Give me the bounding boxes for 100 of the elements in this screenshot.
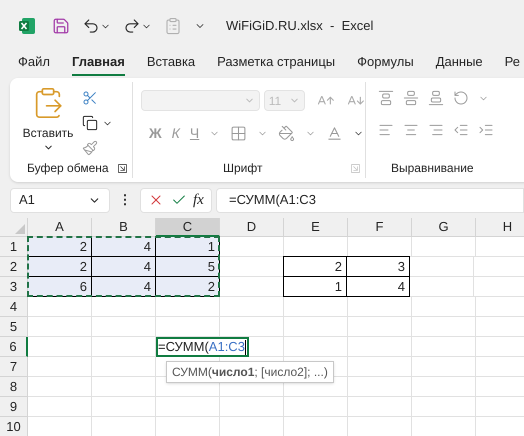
table-cell: 3 xyxy=(346,256,410,277)
table-cell xyxy=(220,237,284,257)
row-header[interactable]: 8 xyxy=(0,377,28,397)
table-cell xyxy=(348,297,412,317)
table-cell: 1 xyxy=(156,237,220,257)
more-options[interactable]: ⋮ xyxy=(114,190,136,210)
row-header[interactable]: 9 xyxy=(0,397,28,417)
name-box[interactable]: A1 xyxy=(10,188,110,212)
table-cell xyxy=(92,317,156,337)
align-bottom-icon[interactable] xyxy=(428,90,444,106)
table-cell: 5 xyxy=(156,257,220,277)
active-cell[interactable]: =СУММ(A1:C3 xyxy=(156,337,249,357)
table-cell xyxy=(284,337,348,357)
ribbon-tab[interactable]: Данные xyxy=(436,52,483,76)
table-cell xyxy=(348,357,412,377)
decrease-indent-icon[interactable] xyxy=(453,122,469,138)
redo-icon[interactable] xyxy=(123,17,141,35)
align-middle-icon[interactable] xyxy=(403,90,419,106)
row-header[interactable]: 5 xyxy=(0,317,28,337)
table-cell xyxy=(412,357,476,377)
group-label: Выравнивание xyxy=(391,160,474,177)
row-header[interactable]: 3 xyxy=(0,277,28,297)
table-cell xyxy=(348,377,412,397)
paste-button[interactable]: Вставить xyxy=(22,86,74,158)
table-cell xyxy=(412,397,476,417)
table-cell xyxy=(412,377,476,397)
undo-icon[interactable] xyxy=(82,17,100,35)
formula-field[interactable]: =СУММ(A1:C3 xyxy=(216,188,524,212)
font-color-icon[interactable] xyxy=(326,125,344,142)
ribbon-tab[interactable]: Вставка xyxy=(146,52,196,76)
table-cell xyxy=(284,317,348,337)
copy-icon[interactable] xyxy=(82,115,98,131)
excel-logo-icon xyxy=(18,17,36,35)
table-cell xyxy=(348,337,412,357)
column-header[interactable]: E xyxy=(284,218,348,237)
table-cell xyxy=(220,297,284,317)
table-cell xyxy=(348,397,412,417)
table-cell xyxy=(28,297,92,317)
table-cell: 2 xyxy=(28,257,92,277)
column-header[interactable]: D xyxy=(220,218,284,237)
ribbon-tab[interactable]: Файл xyxy=(18,52,50,76)
table-cell xyxy=(156,397,220,417)
increase-indent-icon[interactable] xyxy=(478,122,494,138)
table-cell xyxy=(284,397,348,417)
window-title: WiFiGiD.RU.xlsx - Excel xyxy=(226,17,374,36)
table-cell xyxy=(410,257,474,277)
ribbon-tab[interactable]: Разметка страницы xyxy=(217,52,336,76)
table-cell xyxy=(28,377,92,397)
row-header[interactable]: 2 xyxy=(0,257,28,277)
fill-color-icon[interactable] xyxy=(278,125,296,142)
table-cell xyxy=(92,377,156,397)
borders-icon[interactable] xyxy=(230,125,248,142)
align-top-icon[interactable] xyxy=(378,90,394,106)
table-cell: 4 xyxy=(92,237,156,257)
table-cell xyxy=(284,297,348,317)
triangle-icon xyxy=(15,224,25,234)
row-header[interactable]: 6 xyxy=(0,337,28,357)
orientation-icon[interactable] xyxy=(453,90,469,106)
ribbon-tab[interactable]: Формулы xyxy=(357,52,414,76)
table-cell xyxy=(348,317,412,337)
table-cell xyxy=(156,297,220,317)
align-left-icon[interactable] xyxy=(378,122,394,138)
table-cell: 4 xyxy=(92,257,156,277)
table-cell: 4 xyxy=(346,276,410,297)
table-cell: 2 xyxy=(156,277,220,297)
row-header[interactable]: 4 xyxy=(0,297,28,317)
table-cell: 4 xyxy=(92,277,156,297)
column-header[interactable]: H xyxy=(476,218,524,237)
align-center-icon[interactable] xyxy=(403,122,419,138)
table-cell: 2 xyxy=(283,256,347,277)
ribbon-tab[interactable]: Главная xyxy=(72,52,125,76)
dialog-launcher-icon[interactable] xyxy=(117,162,128,174)
clipboard-icon[interactable] xyxy=(164,17,182,35)
group-label: Буфер обмена xyxy=(27,160,109,177)
table-cell xyxy=(412,237,476,257)
row-header[interactable]: 10 xyxy=(0,417,28,436)
ribbon-tab[interactable]: Ре xyxy=(504,52,520,76)
table-cell xyxy=(410,277,474,297)
table-cell xyxy=(28,337,92,357)
cut-icon[interactable] xyxy=(82,90,98,106)
table-cell xyxy=(28,317,92,337)
table-cell xyxy=(412,337,476,357)
table-cell: 2 xyxy=(28,237,92,257)
table-cell xyxy=(92,397,156,417)
row-header[interactable]: 7 xyxy=(0,357,28,377)
save-icon[interactable] xyxy=(52,17,70,35)
format-painter-icon[interactable] xyxy=(82,140,98,156)
row-header[interactable]: 1 xyxy=(0,237,28,257)
table-cell xyxy=(92,297,156,317)
column-header[interactable]: G xyxy=(412,218,476,237)
align-right-icon[interactable] xyxy=(428,122,444,138)
table-cell xyxy=(220,397,284,417)
table-cell xyxy=(28,397,92,417)
table-cell: 6 xyxy=(28,277,92,297)
function-tooltip: СУММ(число1; [число2]; ...) xyxy=(166,361,334,383)
table-cell xyxy=(412,317,476,337)
insert-function-button[interactable]: fx xyxy=(192,188,204,212)
column-header[interactable]: F xyxy=(348,218,412,237)
column-header[interactable]: C xyxy=(156,218,220,237)
table-cell xyxy=(412,297,476,317)
